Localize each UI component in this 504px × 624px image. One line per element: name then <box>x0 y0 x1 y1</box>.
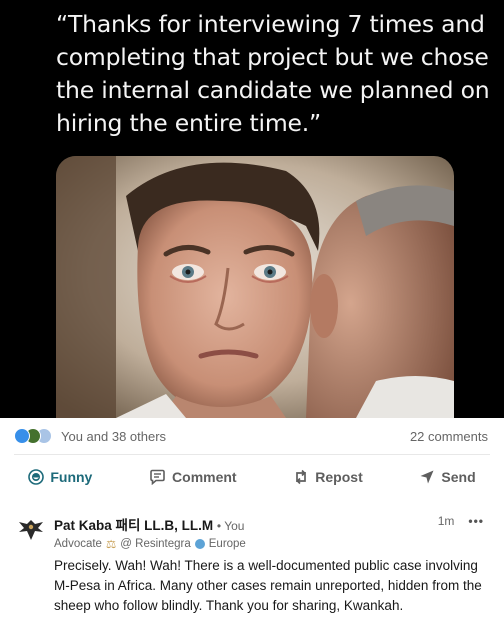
comment-button[interactable]: Comment <box>139 463 247 491</box>
legal-scale-icon: ⚖ <box>105 539 117 551</box>
comment-text: Precisely. Wah! Wah! There is a well-doc… <box>54 558 482 613</box>
funny-label: Funny <box>50 469 93 485</box>
social-counts-bar: You and 38 others 22 comments <box>0 418 504 454</box>
more-options-icon[interactable]: ••• <box>468 514 484 528</box>
post-actions-bar: Funny Comment Repost Send <box>0 458 504 496</box>
send-plane-icon <box>420 470 434 484</box>
headline-org: @ Resintegra <box>120 538 191 550</box>
comment-time: 1m <box>437 514 455 528</box>
post-image[interactable]: “Thanks for interviewing 7 times and com… <box>0 0 504 418</box>
avatar[interactable] <box>16 514 46 544</box>
send-label: Send <box>441 469 476 485</box>
comment-label: Comment <box>172 469 237 485</box>
headline-location: Europe <box>208 538 246 550</box>
funny-face-icon <box>28 469 45 485</box>
author-headline: Advocate ⚖ @ Resintegra Europe <box>54 537 494 551</box>
meme-photo <box>56 156 454 418</box>
author-you-tag: • You <box>216 519 245 533</box>
globe-icon <box>194 539 205 549</box>
repost-arrows-icon <box>296 469 307 485</box>
like-reaction-icon <box>14 428 30 444</box>
comment-author-name[interactable]: Pat Kaba 패티 LL.B, LL.M <box>54 518 213 533</box>
comment-meta: 1m ••• <box>438 514 484 528</box>
repost-label: Repost <box>315 469 363 485</box>
comment-header: Pat Kaba 패티 LL.B, LL.M • You Advocate ⚖ … <box>54 514 494 551</box>
divider <box>14 454 490 455</box>
headline-role: Advocate <box>54 538 102 550</box>
repost-button[interactable]: Repost <box>283 463 372 491</box>
comments-count[interactable]: 22 comments <box>410 429 488 444</box>
send-button[interactable]: Send <box>409 463 485 491</box>
reactions-summary[interactable]: You and 38 others <box>14 428 166 444</box>
meme-caption: “Thanks for interviewing 7 times and com… <box>56 10 490 137</box>
funny-reaction-button[interactable]: Funny <box>18 463 102 491</box>
comment-bubble-icon <box>150 469 165 485</box>
reactions-count[interactable]: You and 38 others <box>61 429 166 444</box>
